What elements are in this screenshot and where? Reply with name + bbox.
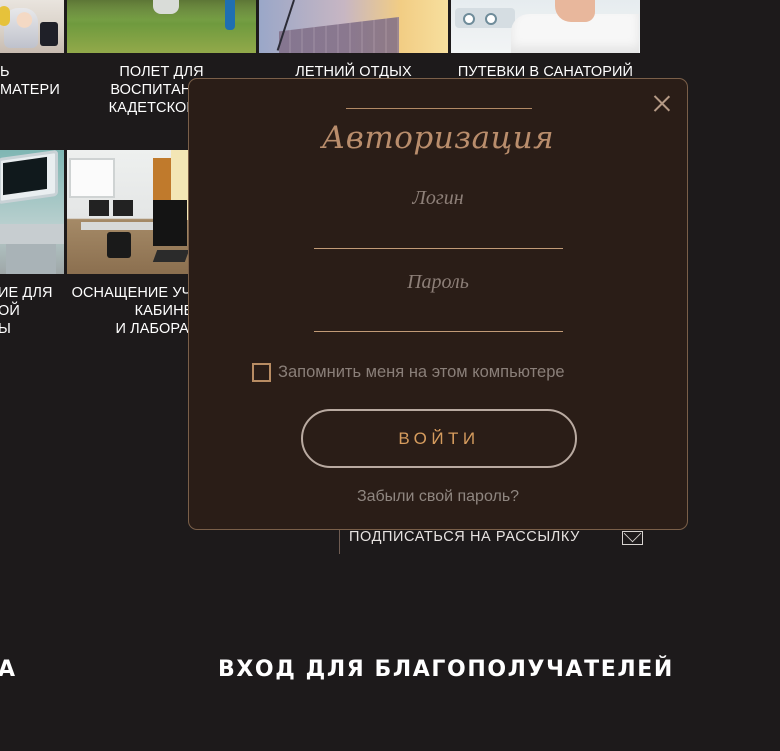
remember-checkbox[interactable]	[252, 363, 271, 382]
card-image-classroom[interactable]	[67, 150, 188, 274]
login-underline	[314, 248, 563, 249]
card-image-flight[interactable]	[67, 0, 256, 53]
close-icon[interactable]	[651, 92, 673, 114]
card-image-sanatorium[interactable]	[451, 0, 640, 53]
subscribe-link[interactable]: ПОДПИСАТЬСЯ НА РАССЫЛКУ	[349, 529, 580, 545]
chair-shape	[107, 232, 131, 258]
page: Ь МАТЕРИ ПОЛЕТ ДЛЯ ВОСПИТАННИ КАДЕТСКОЙ …	[0, 0, 780, 751]
footer-heading-beneficiaries[interactable]: ВХОД ДЛЯ БЛАГОПОЛУЧАТЕЛЕЙ	[218, 657, 674, 682]
caption-line: МАТЕРИ	[0, 82, 60, 98]
whiteboard-shape	[69, 158, 115, 198]
login-label: Логин	[412, 187, 464, 209]
mail-icon[interactable]	[622, 531, 643, 545]
arm-shape	[555, 0, 595, 22]
subscribe-divider	[339, 530, 340, 554]
screen-shape	[3, 156, 47, 196]
caption-line: Ь	[0, 64, 10, 80]
login-button[interactable]: ВОЙТИ	[301, 409, 577, 468]
card-caption-equipment[interactable]: ИЕ ДЛЯ ОЙ Ы	[0, 284, 64, 338]
keyboard-shape	[152, 250, 188, 262]
desk-shape	[6, 244, 56, 274]
login-input[interactable]	[314, 216, 563, 246]
auth-modal: Авторизация Логин Пароль Запомнить меня …	[188, 78, 688, 530]
card-caption-mother[interactable]: Ь МАТЕРИ	[0, 63, 64, 99]
computer-shape	[89, 200, 109, 216]
remember-row[interactable]: Запомнить меня на этом компьютере	[252, 363, 565, 382]
forgot-password-link[interactable]: Забыли свой пароль?	[189, 488, 687, 506]
caption-line: Ы	[0, 321, 11, 337]
figure-shape	[225, 0, 235, 30]
table-shape	[81, 222, 153, 230]
remember-label[interactable]: Запомнить меня на этом компьютере	[278, 363, 565, 382]
password-underline	[314, 331, 563, 332]
caption-line: ОЙ	[0, 303, 20, 319]
footer-heading-left[interactable]: А	[0, 657, 16, 682]
modal-divider	[346, 108, 532, 109]
caption-line: ИЕ ДЛЯ	[0, 285, 53, 301]
card-image-summer[interactable]	[259, 0, 448, 53]
password-label: Пароль	[407, 271, 469, 293]
computer-shape	[113, 200, 133, 216]
card-image-equipment[interactable]	[0, 150, 64, 274]
card-image-mother[interactable]	[0, 0, 64, 53]
figure-shape	[153, 0, 179, 14]
modal-title: Авторизация	[321, 120, 555, 156]
building-shape	[279, 17, 399, 53]
monitor-shape	[153, 200, 187, 246]
password-input[interactable]	[314, 299, 563, 329]
dial-shape	[463, 13, 475, 25]
hair-shape	[0, 6, 10, 26]
dial-shape	[485, 13, 497, 25]
bag-shape	[40, 22, 58, 46]
desk-shape	[0, 224, 64, 244]
